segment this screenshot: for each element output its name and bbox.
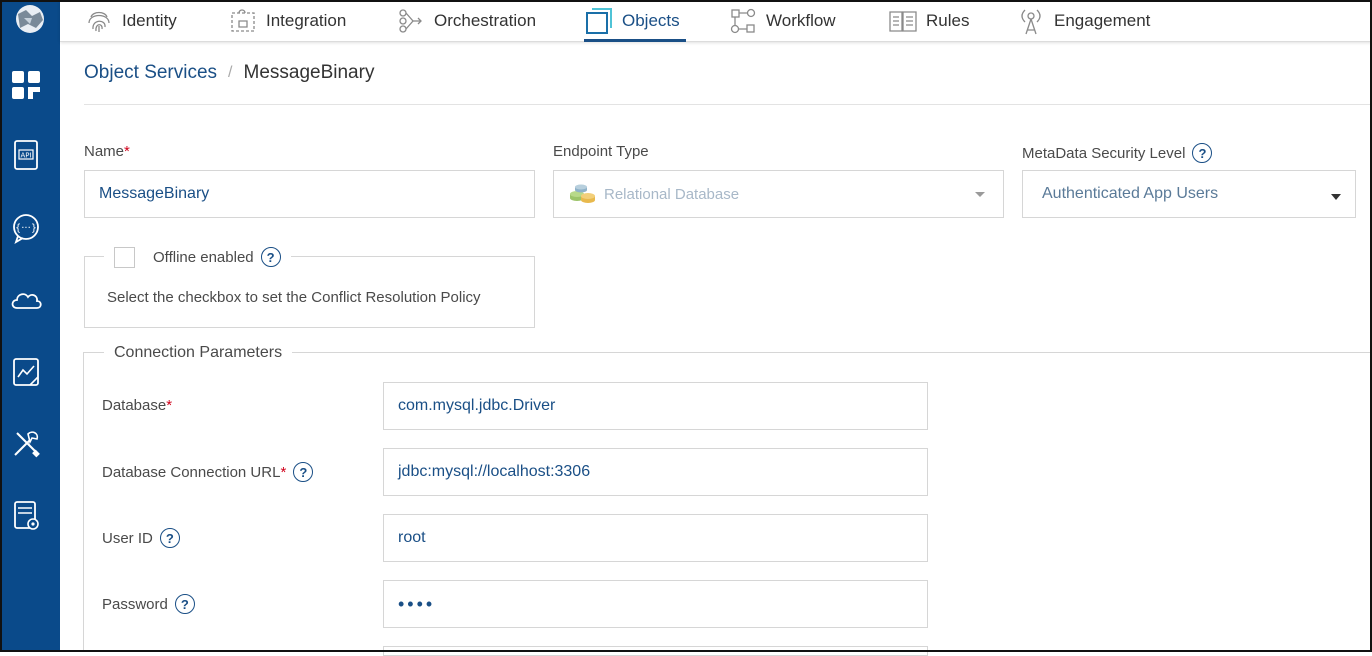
analytics-chart-icon[interactable] (6, 356, 46, 388)
tools-icon[interactable] (6, 428, 46, 460)
top-navigation: Identity Integration Orchestration Objec… (60, 0, 1372, 42)
orchestration-icon (396, 6, 426, 36)
server-config-icon[interactable] (6, 500, 46, 532)
fingerprint-icon (84, 6, 114, 36)
tab-label: Integration (266, 11, 347, 30)
tab-label: Orchestration (434, 11, 537, 30)
security-level-label-text: MetaData Security Level (1022, 144, 1186, 162)
endpoint-type-value: Relational Database (604, 185, 740, 203)
connection-parameters-title: Connection Parameters (104, 342, 293, 364)
database-label: Database * (102, 397, 172, 414)
workflow-icon (728, 6, 758, 36)
svg-text:{···}: {···} (15, 223, 37, 234)
tab-orchestration[interactable]: Orchestration (396, 0, 536, 42)
next-field-input[interactable] (383, 646, 928, 656)
dashboard-grid-icon[interactable] (6, 68, 46, 102)
password-label-text: Password (102, 595, 168, 613)
connection-parameters-border-left (83, 352, 84, 652)
database-input[interactable]: com.mysql.jdbc.Driver (383, 382, 928, 430)
tab-rules[interactable]: Rules (888, 0, 969, 42)
offline-enabled-label: Offline enabled (153, 248, 254, 266)
connection-url-input[interactable]: jdbc:mysql://localhost:3306 (383, 448, 928, 496)
security-level-value: Authenticated App Users (1042, 185, 1219, 202)
chevron-down-icon (975, 192, 985, 197)
name-label-text: Name (84, 143, 125, 160)
help-icon[interactable]: ? (260, 247, 281, 267)
tab-integration[interactable]: Integration (228, 0, 346, 42)
divider (84, 104, 1372, 105)
chevron-down-icon (1331, 194, 1341, 200)
user-id-input[interactable]: root (383, 514, 928, 562)
chat-bubble-icon[interactable]: {···} (6, 212, 46, 244)
left-rail: API {···} (0, 0, 60, 652)
tab-label: Identity (122, 11, 177, 30)
tab-workflow[interactable]: Workflow (728, 0, 836, 42)
password-input[interactable]: •••• (383, 580, 928, 628)
security-level-label: MetaData Security Level ? (1022, 143, 1213, 163)
tab-objects[interactable]: Objects (584, 0, 686, 42)
help-icon[interactable]: ? (174, 594, 195, 614)
tab-engagement[interactable]: Engagement (1016, 0, 1150, 42)
breadcrumb-separator: / (228, 64, 233, 81)
tab-identity[interactable]: Identity (84, 0, 177, 42)
user-id-label: User ID ? (102, 528, 180, 548)
offline-enabled-checkbox[interactable] (114, 246, 135, 268)
database-stack-icon (568, 182, 598, 206)
help-icon[interactable]: ? (1192, 143, 1213, 163)
tab-label: Objects (622, 11, 680, 30)
app-logo-icon[interactable] (0, 0, 60, 42)
offline-legend: Offline enabled ? (104, 246, 291, 268)
rules-book-icon (888, 6, 918, 36)
active-tab-indicator (584, 39, 686, 42)
database-label-text: Database (102, 397, 167, 414)
breadcrumb: Object Services / MessageBinary (84, 62, 374, 84)
name-input[interactable]: MessageBinary (84, 170, 535, 218)
objects-icon (584, 6, 614, 36)
endpoint-type-label: Endpoint Type (553, 143, 649, 160)
required-mark: * (166, 397, 173, 414)
endpoint-type-select[interactable]: Relational Database (553, 170, 1004, 218)
tab-label: Workflow (766, 11, 836, 30)
connection-url-label-text: Database Connection URL (102, 463, 281, 481)
required-mark: * (280, 463, 287, 481)
puzzle-icon (228, 6, 258, 36)
security-level-select[interactable]: Authenticated App Users (1022, 170, 1356, 218)
connection-url-label: Database Connection URL * ? (102, 462, 314, 482)
tab-label: Engagement (1054, 11, 1151, 30)
engagement-antenna-icon (1016, 6, 1046, 36)
breadcrumb-object-services-link[interactable]: Object Services (84, 62, 217, 84)
help-icon[interactable]: ? (159, 528, 180, 548)
breadcrumb-current: MessageBinary (243, 62, 375, 83)
api-icon[interactable]: API (6, 140, 46, 172)
required-mark: * (124, 143, 130, 160)
tab-label: Rules (926, 11, 970, 30)
cloud-icon[interactable] (6, 284, 46, 316)
user-id-label-text: User ID (102, 529, 153, 547)
help-icon[interactable]: ? (293, 462, 314, 482)
password-label: Password ? (102, 594, 195, 614)
name-label: Name * (84, 143, 130, 160)
offline-hint: Select the checkbox to set the Conflict … (107, 289, 481, 306)
svg-text:API: API (20, 152, 31, 160)
